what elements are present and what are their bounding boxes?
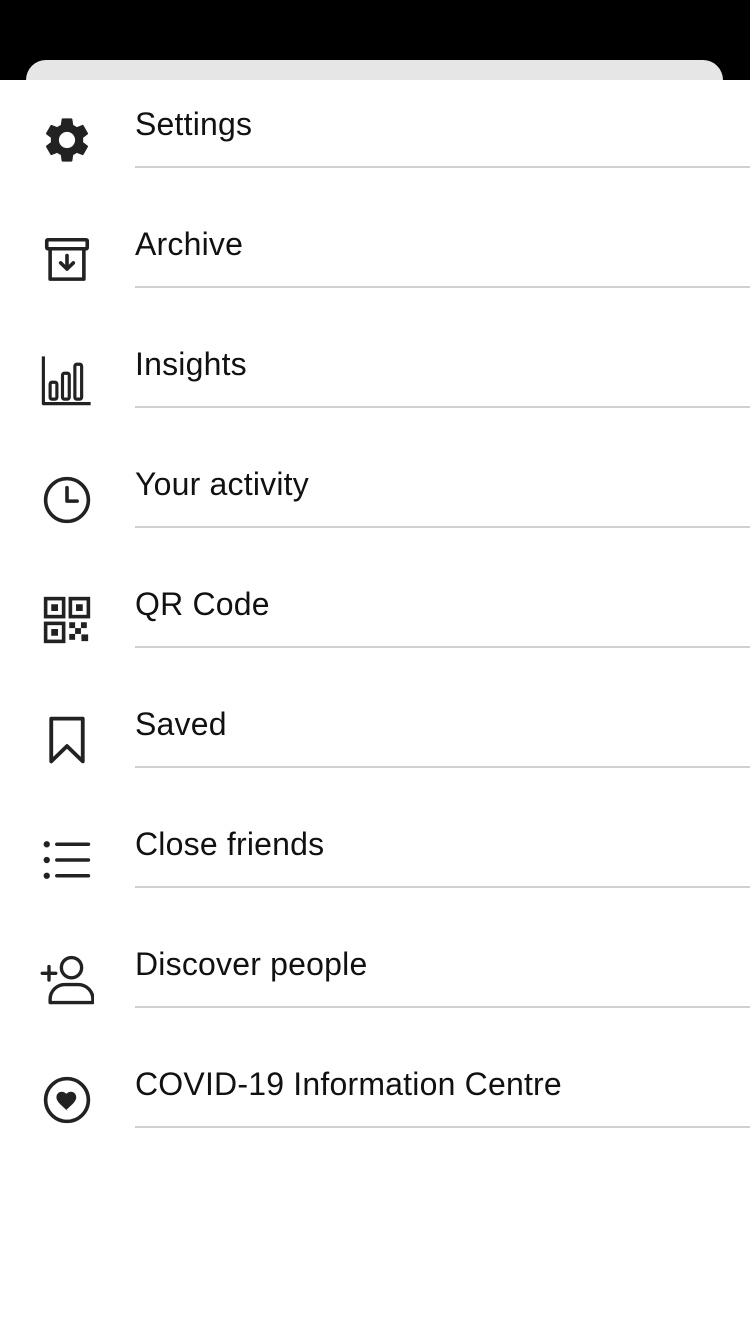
menu-item-label: Your activity xyxy=(135,466,309,502)
menu-item-your-activity[interactable]: Your activity xyxy=(0,440,750,560)
menu-item-label: Settings xyxy=(135,106,253,142)
menu-item-label: COVID-19 Information Centre xyxy=(135,1066,562,1102)
menu-item-label: Discover people xyxy=(135,946,368,982)
menu-item-label: Insights xyxy=(135,346,247,382)
list-icon xyxy=(40,833,94,887)
menu-item-label: Archive xyxy=(135,226,244,262)
menu-item-label: Close friends xyxy=(135,826,325,862)
menu-item-covid-19-information-centre[interactable]: COVID-19 Information Centre xyxy=(0,1040,750,1160)
bookmark-icon xyxy=(40,713,94,767)
menu-item-archive[interactable]: Archive xyxy=(0,200,750,320)
divider xyxy=(135,766,750,768)
menu-item-label: QR Code xyxy=(135,586,270,622)
divider xyxy=(135,886,750,888)
menu-item-qr-code[interactable]: QR Code xyxy=(0,560,750,680)
qr-code-icon xyxy=(40,593,94,647)
menu-item-label: Saved xyxy=(135,706,227,742)
menu-item-settings[interactable]: Settings xyxy=(0,80,750,200)
menu-item-insights[interactable]: Insights xyxy=(0,320,750,440)
heart-circle-icon xyxy=(40,1073,94,1127)
divider xyxy=(135,1006,750,1008)
divider xyxy=(135,286,750,288)
bar-chart-icon xyxy=(40,353,94,407)
clock-icon xyxy=(40,473,94,527)
divider xyxy=(135,1126,750,1128)
menu-item-discover-people[interactable]: Discover people xyxy=(0,920,750,1040)
archive-icon xyxy=(40,233,94,287)
menu-item-saved[interactable]: Saved xyxy=(0,680,750,800)
divider xyxy=(135,526,750,528)
divider xyxy=(135,646,750,648)
menu-sheet: Settings Archive Insights Your activity … xyxy=(0,80,750,1334)
add-person-icon xyxy=(40,953,94,1007)
gear-icon xyxy=(40,113,94,167)
divider xyxy=(135,166,750,168)
menu-item-close-friends[interactable]: Close friends xyxy=(0,800,750,920)
divider xyxy=(135,406,750,408)
